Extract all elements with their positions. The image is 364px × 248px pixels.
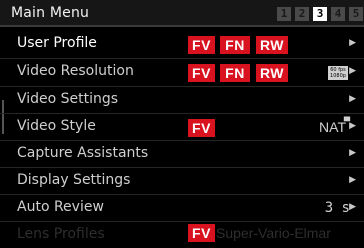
fv-badge: FV (188, 64, 215, 82)
chevron-right-icon: ▶ (349, 66, 356, 76)
menu-item-capture-assistants[interactable]: Capture Assistants ▶ (0, 141, 364, 167)
menu-item-video-settings[interactable]: Video Settings ▶ (0, 87, 364, 113)
fv-badge: FV (188, 36, 215, 54)
resolution-icon: 60 fps 1080p (328, 66, 348, 80)
menu-header: Main Menu 1 2 3 4 5 (0, 0, 364, 27)
page-4-tab[interactable]: 4 (331, 7, 345, 21)
menu-item-label: User Profile (17, 35, 97, 51)
fv-badge: FV (188, 224, 215, 242)
chevron-right-icon: ▶ (349, 38, 356, 48)
rw-badge: RW (256, 36, 288, 54)
menu-item-user-profile[interactable]: User Profile FV FN RW ▶ (0, 31, 364, 57)
page-3-tab[interactable]: 3 (313, 7, 327, 21)
chevron-right-icon: ▶ (349, 94, 356, 104)
resolution-size: 1080p (330, 73, 346, 79)
video-style-value: NAT (319, 119, 346, 135)
menu-item-label: Lens Profiles (17, 226, 105, 242)
rw-badge: RW (256, 64, 288, 82)
menu-item-label: Capture Assistants (17, 145, 149, 161)
menu-item-display-settings[interactable]: Display Settings ▶ (0, 168, 364, 194)
chevron-right-icon: ▶ (349, 175, 356, 185)
fv-badge: FV (188, 119, 215, 137)
fn-badge: FN (220, 64, 250, 82)
menu-item-label: Video Resolution (17, 63, 134, 79)
chevron-right-icon: ▶ (349, 202, 356, 212)
main-menu: Main Menu 1 2 3 4 5 User Profile FV FN R… (0, 0, 364, 242)
menu-item-video-style[interactable]: Video Style FV NAT ▀ ▶ (0, 114, 364, 140)
menu-item-video-resolution[interactable]: Video Resolution FV FN RW 60 fps 1080p ▶ (0, 59, 364, 85)
lens-profile-value: Super-Vario-Elmar (216, 225, 331, 241)
menu-item-label: Video Settings (17, 91, 119, 107)
menu-title: Main Menu (11, 5, 90, 21)
page-5-tab[interactable]: 5 (349, 7, 363, 21)
page-1-tab[interactable]: 1 (277, 7, 291, 21)
fn-badge: FN (220, 36, 250, 54)
menu-item-label: Display Settings (17, 172, 131, 188)
page-indicator: 1 2 3 4 5 (277, 7, 363, 21)
menu-item-auto-review[interactable]: Auto Review 3 s ▶ (0, 195, 364, 221)
page-2-tab[interactable]: 2 (295, 7, 309, 21)
chevron-right-icon: ▶ (349, 121, 356, 131)
menu-item-label: Video Style (17, 118, 96, 134)
auto-review-value: 3 s (324, 200, 350, 216)
chevron-right-icon: ▶ (349, 148, 356, 158)
menu-item-label: Auto Review (17, 199, 104, 215)
menu-item-lens-profiles: Lens Profiles FV Super-Vario-Elmar (0, 222, 364, 248)
